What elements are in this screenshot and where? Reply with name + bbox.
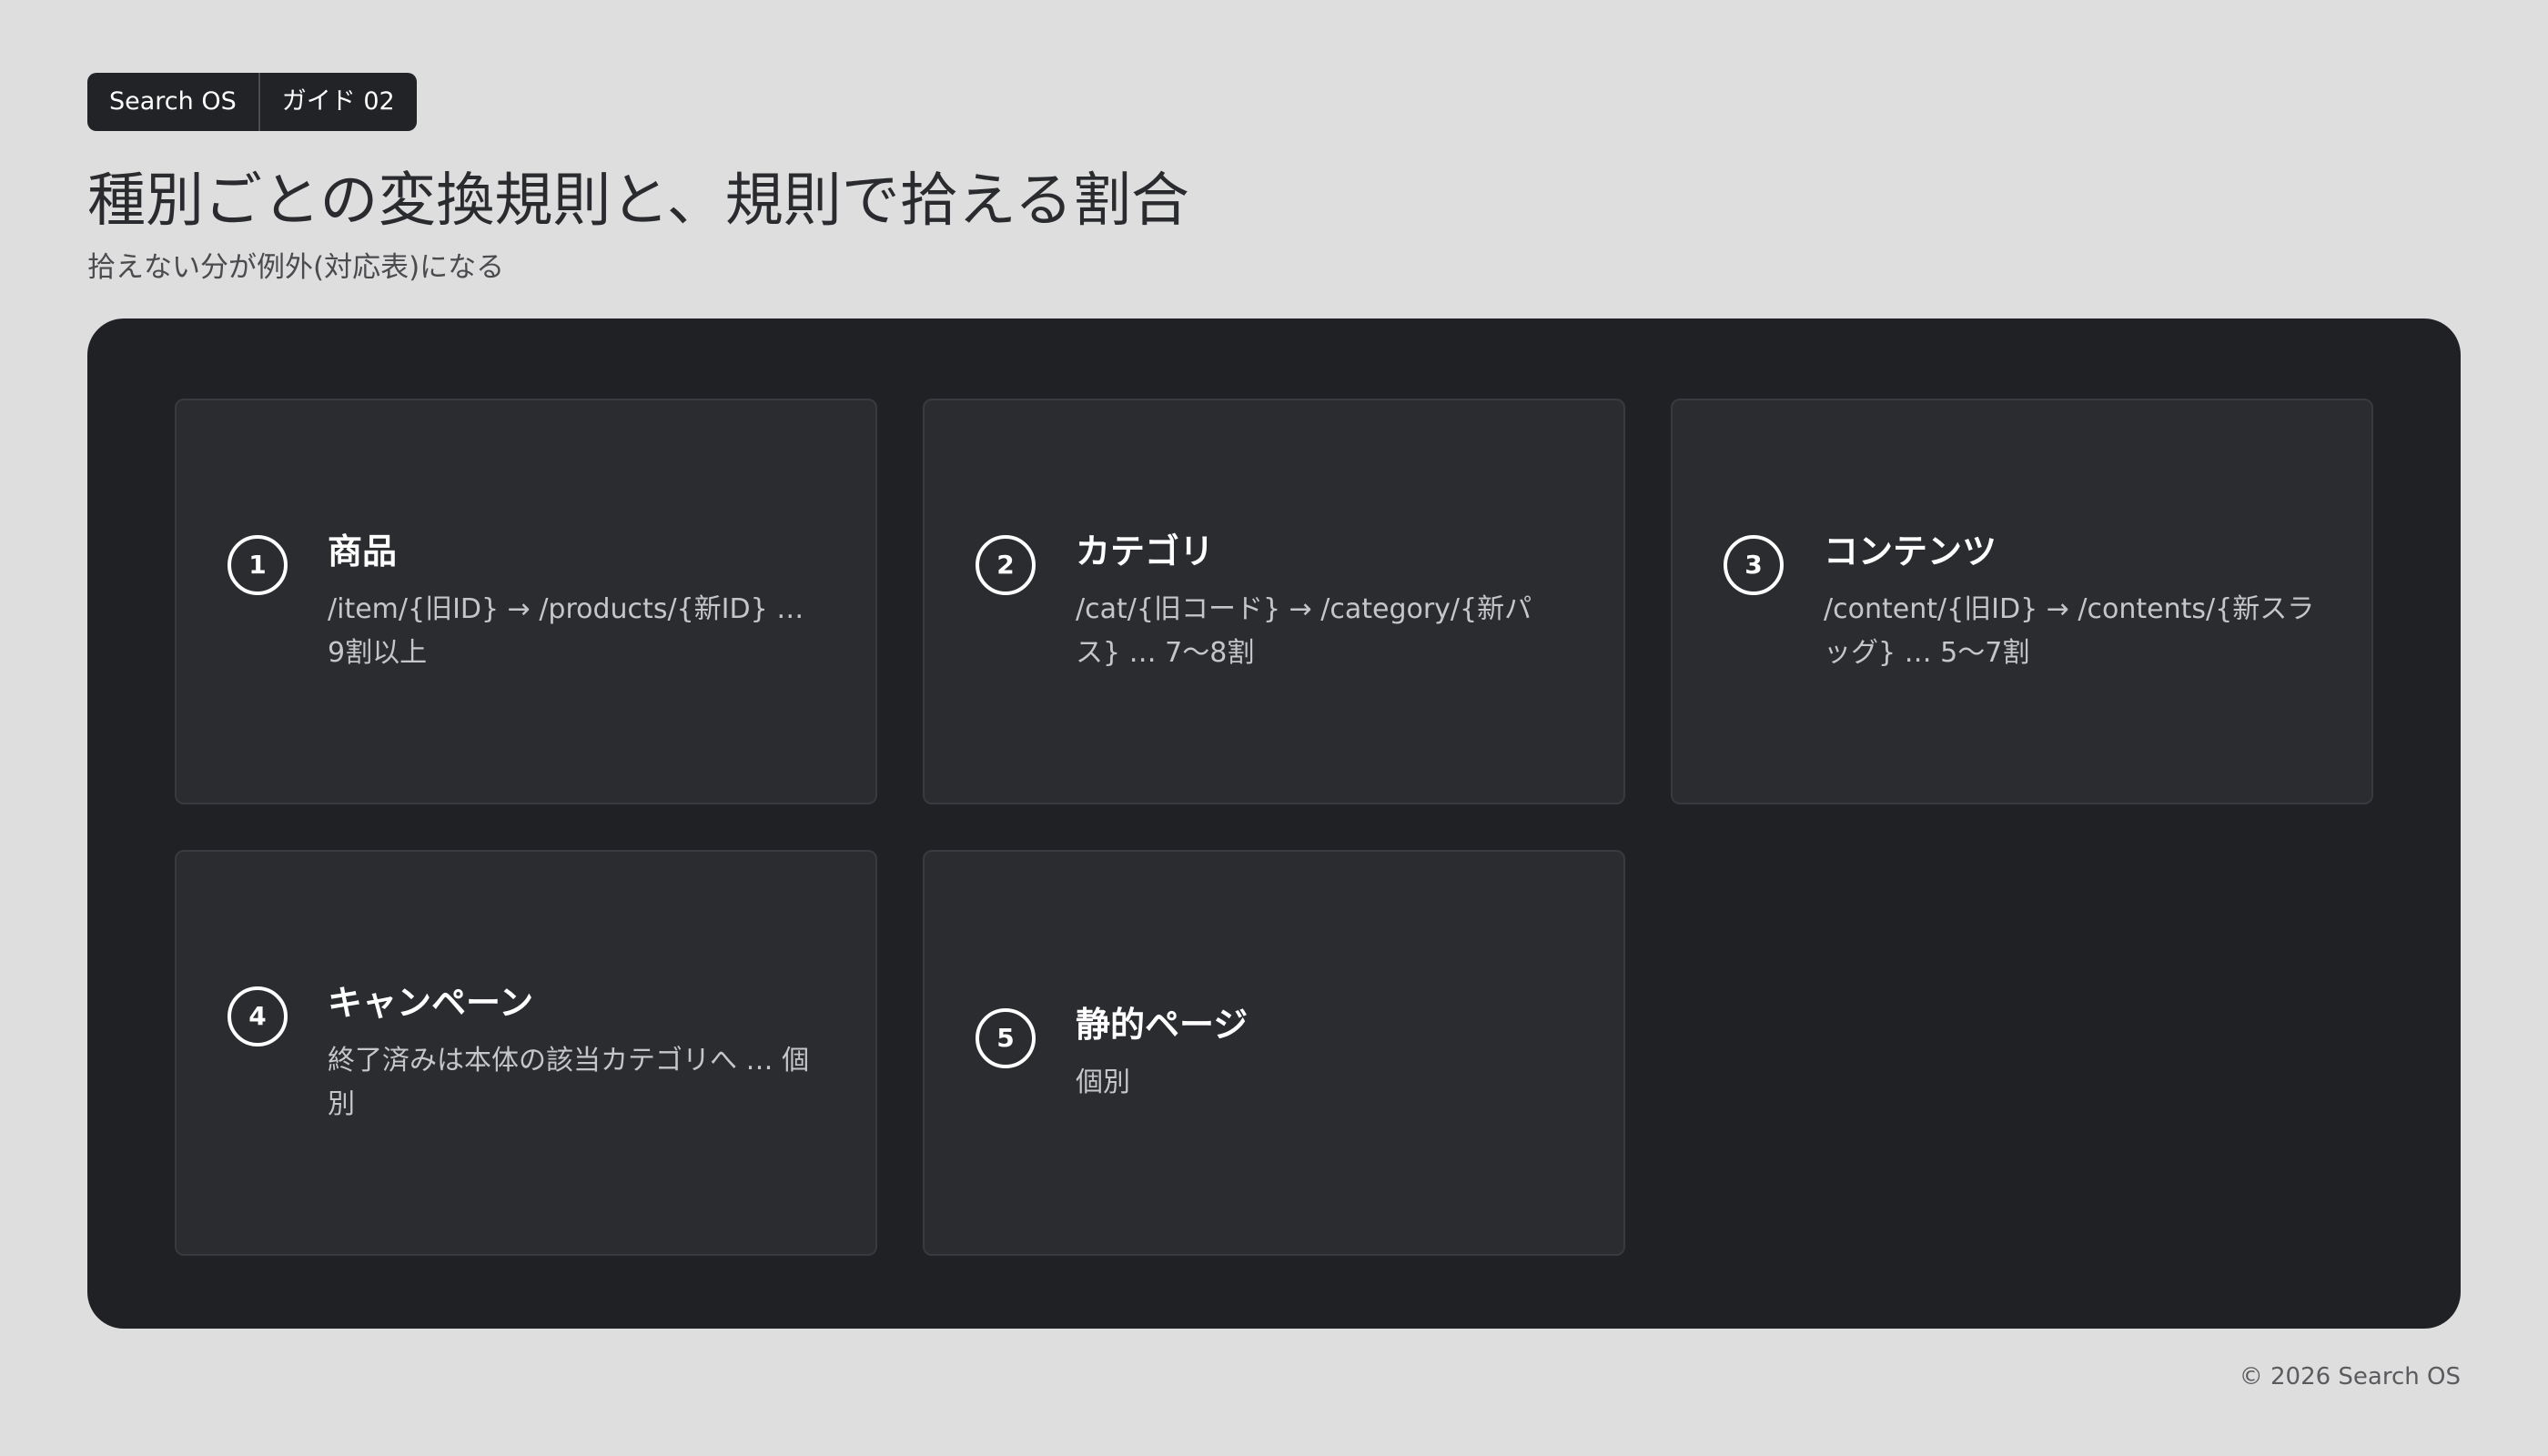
step-number-badge: 1	[228, 535, 288, 595]
rule-card-content: 3 コンテンツ /content/{旧ID} → /contents/{新スラッ…	[1671, 399, 2373, 804]
rule-card-campaign: 4 キャンペーン 終了済みは本体の該当カテゴリへ … 個別	[175, 850, 877, 1256]
rule-card-product: 1 商品 /item/{旧ID} → /products/{新ID} … 9割以…	[175, 399, 877, 804]
step-number-badge: 4	[228, 986, 288, 1046]
breadcrumb-section[interactable]: ガイド 02	[258, 73, 417, 131]
footer-copyright: © 2026 Search OS	[2239, 1363, 2461, 1390]
card-description: /content/{旧ID} → /contents/{新スラッグ} … 5〜7…	[1824, 593, 2315, 669]
card-description: /cat/{旧コード} → /category/{新パス} … 7〜8割	[1076, 593, 1532, 669]
page-title: 種別ごとの変換規則と、規則で拾える割合	[87, 167, 1189, 235]
rule-card-static-page: 5 静的ページ 個別	[923, 850, 1625, 1256]
rule-card-category: 2 カテゴリ /cat/{旧コード} → /category/{新パス} … 7…	[923, 399, 1625, 804]
step-number-badge: 3	[1724, 535, 1784, 595]
card-title: 静的ページ	[1076, 1005, 1249, 1045]
step-number-badge: 2	[976, 535, 1036, 595]
card-title: コンテンツ	[1824, 531, 1997, 571]
page-subtitle: 拾えない分が例外(対応表)になる	[87, 251, 505, 284]
card-title: 商品	[328, 531, 398, 571]
card-description: /item/{旧ID} → /products/{新ID} … 9割以上	[328, 593, 804, 669]
breadcrumb-brand[interactable]: Search OS	[87, 73, 258, 131]
card-title: キャンペーン	[328, 983, 534, 1023]
card-description: 終了済みは本体の該当カテゴリへ … 個別	[328, 1045, 810, 1120]
card-title: カテゴリ	[1076, 531, 1215, 571]
breadcrumb: Search OS ガイド 02	[87, 73, 417, 131]
step-number-badge: 5	[976, 1008, 1036, 1068]
rules-panel: 1 商品 /item/{旧ID} → /products/{新ID} … 9割以…	[87, 318, 2461, 1329]
card-description: 個別	[1076, 1067, 1130, 1098]
